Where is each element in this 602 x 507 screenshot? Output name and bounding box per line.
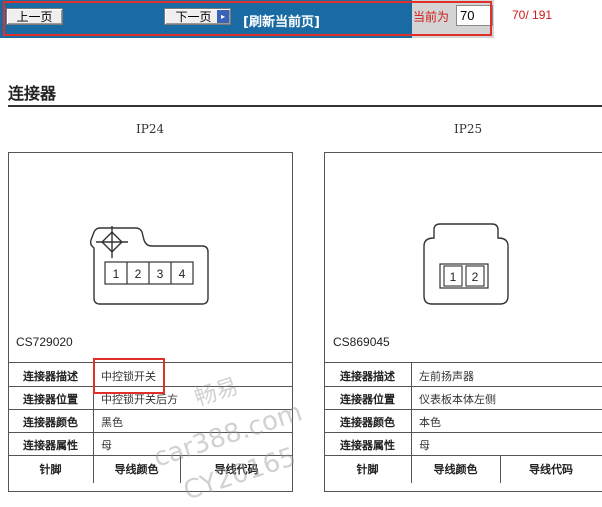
pin-label: 2	[135, 267, 142, 281]
table-rule	[324, 455, 602, 456]
section-title: 连接器	[8, 84, 57, 103]
connector-code: CS729020	[16, 335, 73, 349]
pin-label: 1	[113, 267, 120, 281]
page-counter: 70/ 191	[512, 8, 553, 22]
field-value: 黑色	[101, 416, 123, 429]
lock-symbol-icon	[96, 226, 128, 258]
column-header: 针脚	[39, 463, 62, 476]
top-navigation-bar: 上一页 下一页 ▸ [刷新当前页] 当前为 70/ 191	[0, 0, 602, 38]
field-label: 连接器颜色	[340, 416, 395, 429]
table-rule	[324, 409, 602, 410]
table-rule	[324, 432, 602, 433]
connector-code: CS869045	[333, 335, 390, 349]
field-value: 母	[101, 439, 112, 452]
field-value: 仪表板本体左侧	[419, 393, 496, 406]
field-value: 本色	[419, 416, 441, 429]
section-divider	[8, 105, 602, 107]
field-label: 连接器属性	[23, 439, 78, 452]
connector-id: IP24	[136, 122, 165, 136]
pin-label: 4	[179, 267, 186, 281]
field-value: 母	[419, 439, 430, 452]
connector-id: IP25	[454, 122, 483, 136]
highlight-frame	[3, 1, 492, 36]
field-label: 连接器属性	[340, 439, 395, 452]
pin-label: 3	[157, 267, 164, 281]
column-header: 导线颜色	[433, 463, 478, 476]
field-label: 连接器位置	[340, 393, 395, 406]
column-header: 导线代码	[529, 463, 573, 476]
column-header: 针脚	[356, 463, 379, 476]
field-label: 连接器位置	[23, 393, 78, 406]
connector-diagram: 1 2 3 4	[89, 226, 209, 305]
field-label: 连接器描述	[340, 370, 395, 383]
connector-diagram: 1 2	[423, 223, 509, 305]
field-label: 连接器描述	[23, 370, 78, 383]
table-rule	[324, 386, 602, 387]
pin-label: 2	[472, 270, 479, 284]
field-value: 左前扬声器	[419, 370, 474, 383]
pin-label: 1	[450, 270, 457, 284]
pin-block	[439, 263, 489, 289]
field-label: 连接器颜色	[23, 416, 78, 429]
table-rule	[324, 362, 602, 363]
highlight-box	[93, 358, 165, 394]
table-rule	[8, 409, 293, 410]
